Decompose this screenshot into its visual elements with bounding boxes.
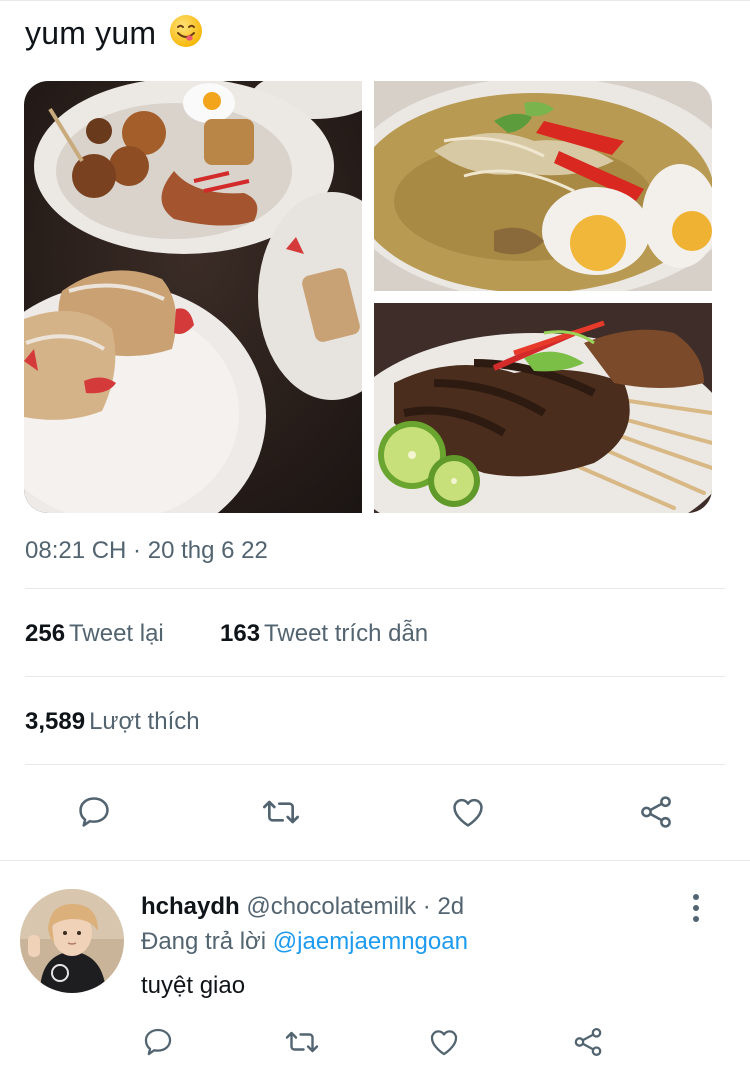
reply-share-button[interactable] bbox=[566, 1020, 610, 1064]
divider bbox=[25, 676, 725, 677]
replying-to: Đang trả lời @jaemjaemngoan bbox=[141, 928, 468, 956]
thread-separator bbox=[0, 860, 750, 861]
quotes-label: Tweet trích dẫn bbox=[264, 620, 429, 647]
more-dot bbox=[693, 916, 699, 922]
retweet-icon bbox=[285, 1031, 319, 1053]
tweet-media-grid[interactable] bbox=[24, 81, 712, 513]
divider bbox=[25, 588, 725, 589]
replying-to-mention[interactable]: @jaemjaemngoan bbox=[273, 928, 468, 955]
more-dot bbox=[693, 905, 699, 911]
tweet-timestamp[interactable]: 08:21 CH · 20 thg 6 22 bbox=[25, 537, 268, 565]
more-options-button[interactable] bbox=[680, 890, 712, 926]
avatar[interactable] bbox=[20, 889, 124, 993]
likes-label: Lượt thích bbox=[89, 708, 200, 735]
reply-author-name[interactable]: hchaydh bbox=[141, 893, 240, 920]
quotes-count: 163 bbox=[220, 620, 261, 647]
reply-time[interactable]: 2d bbox=[437, 893, 464, 920]
retweets-count: 256 bbox=[25, 620, 66, 647]
media-photo-soup[interactable] bbox=[374, 81, 712, 291]
divider bbox=[25, 764, 725, 765]
face-savoring-food-emoji bbox=[169, 14, 203, 56]
like-button[interactable] bbox=[446, 790, 490, 834]
tweet-text: yum yum bbox=[25, 14, 203, 56]
retweet-icon bbox=[263, 800, 299, 824]
replying-to-prefix: Đang trả lời bbox=[141, 928, 267, 955]
reply-icon bbox=[79, 797, 109, 827]
tweet-text-content: yum yum bbox=[25, 15, 157, 51]
share-icon bbox=[574, 1027, 602, 1057]
media-photo-satay[interactable] bbox=[374, 303, 712, 513]
likes-count: 3,589 bbox=[25, 708, 86, 735]
likes-stat[interactable]: 3,589 Lượt thích bbox=[25, 708, 200, 736]
reply-like-button[interactable] bbox=[422, 1020, 466, 1064]
reply-reply-button[interactable] bbox=[136, 1020, 180, 1064]
reply-button[interactable] bbox=[72, 790, 116, 834]
reply-text: tuyệt giao bbox=[141, 972, 246, 999]
like-icon bbox=[430, 1030, 458, 1056]
retweet-button[interactable] bbox=[259, 790, 303, 834]
reply-header: hchaydh @chocolatemilk · 2d bbox=[141, 893, 464, 921]
reply-retweet-button[interactable] bbox=[280, 1020, 324, 1064]
reply-separator: · bbox=[416, 893, 438, 920]
top-border bbox=[0, 0, 750, 1]
reply-author-handle[interactable]: @chocolatemilk bbox=[246, 893, 416, 920]
share-icon bbox=[641, 796, 671, 828]
retweets-stat[interactable]: 256 Tweet lại bbox=[25, 620, 164, 648]
quotes-stat[interactable]: 163 Tweet trích dẫn bbox=[220, 620, 428, 648]
more-dot bbox=[693, 894, 699, 900]
reply-icon bbox=[144, 1028, 172, 1056]
retweets-label: Tweet lại bbox=[69, 620, 164, 647]
like-icon bbox=[453, 798, 483, 827]
share-button[interactable] bbox=[634, 790, 678, 834]
media-photo-plates[interactable] bbox=[24, 81, 362, 513]
